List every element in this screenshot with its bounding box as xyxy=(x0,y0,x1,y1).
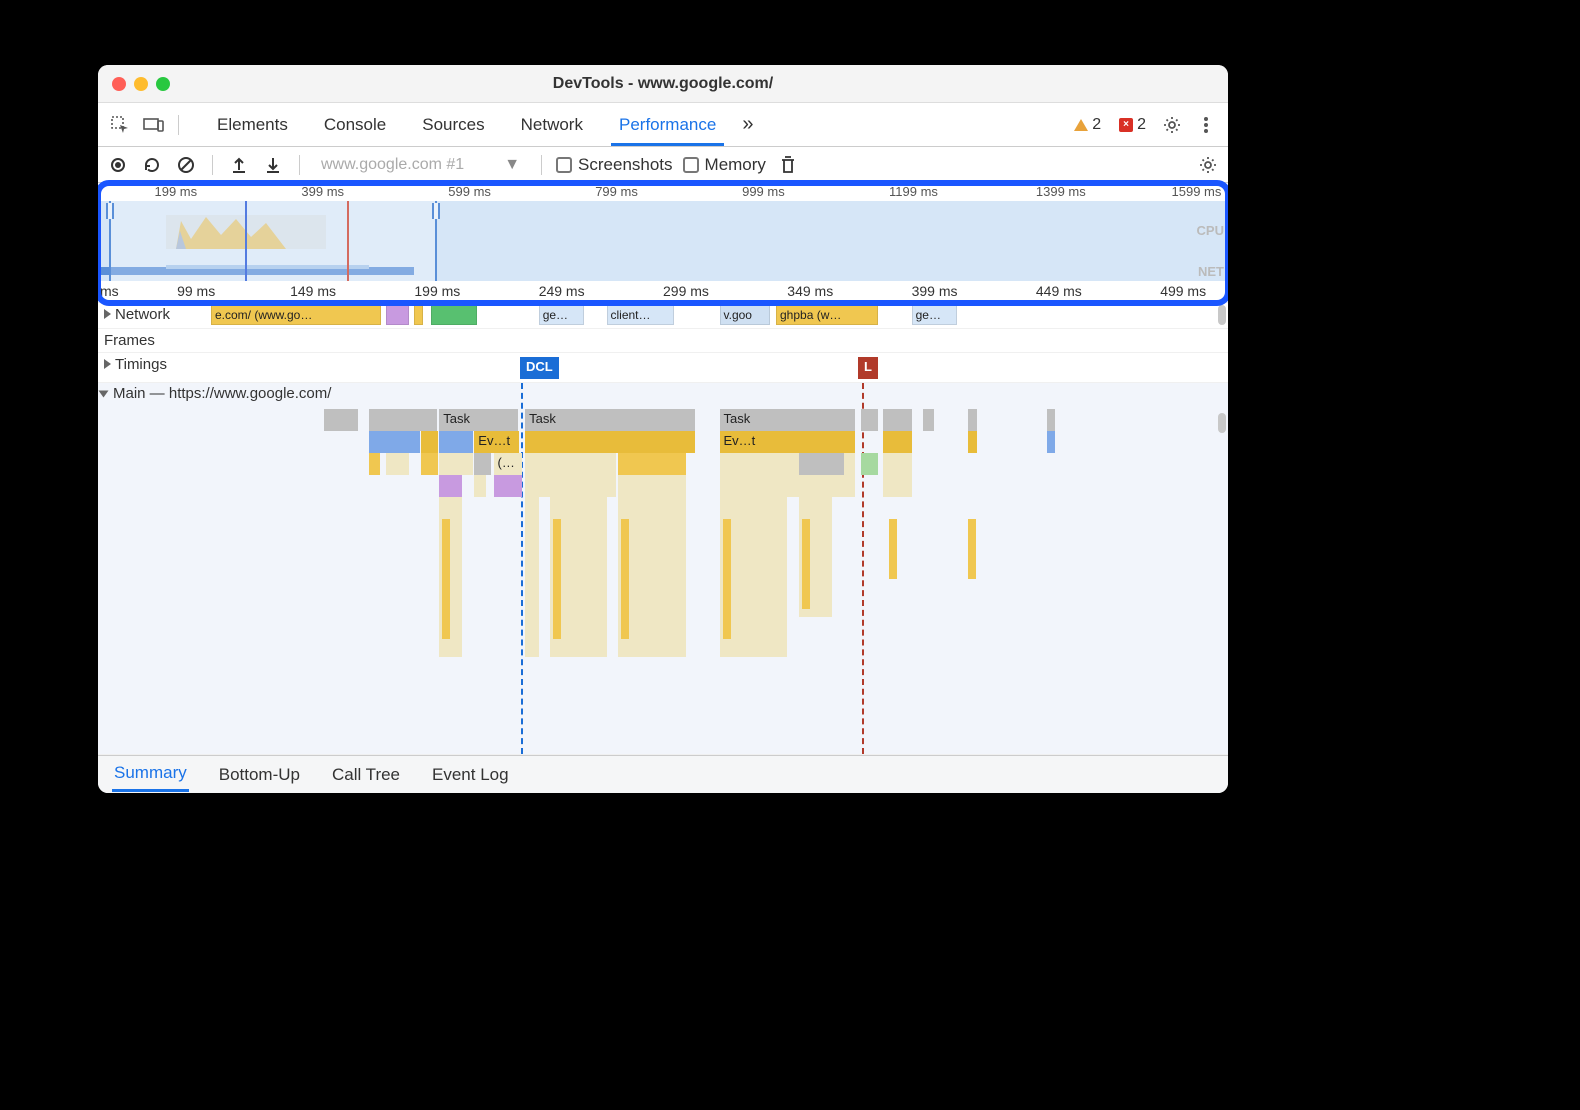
detail-pane: Network e.com/ (www.go… ge… client… v.go… xyxy=(98,303,1228,755)
memory-checkbox[interactable]: Memory xyxy=(683,155,766,175)
frames-track-header[interactable]: Frames xyxy=(98,329,161,351)
tab-bottom-up[interactable]: Bottom-Up xyxy=(217,759,302,791)
selection-handle-left[interactable] xyxy=(106,203,114,219)
network-track[interactable]: Network e.com/ (www.go… ge… client… v.go… xyxy=(98,303,1228,329)
gc-icon[interactable] xyxy=(776,153,800,177)
net-label: NET xyxy=(1198,264,1224,279)
traffic-lights xyxy=(98,77,170,91)
network-bar[interactable] xyxy=(431,305,476,325)
chevron-right-icon xyxy=(104,359,111,369)
checkbox-icon xyxy=(556,157,572,173)
overview-highlight-wrap: 199 ms 399 ms 599 ms 799 ms 999 ms 1199 … xyxy=(98,183,1228,303)
timings-track-header[interactable]: Timings xyxy=(98,353,173,375)
chevron-down-icon xyxy=(99,390,109,397)
recording-dropdown[interactable]: www.google.com #1 ▼ xyxy=(314,153,527,177)
perf-toolbar: www.google.com #1 ▼ Screenshots Memory xyxy=(98,147,1228,183)
scroll-nub[interactable] xyxy=(1218,305,1226,325)
inspect-element-icon[interactable] xyxy=(106,111,134,139)
tab-network[interactable]: Network xyxy=(503,103,601,146)
overview-selection[interactable] xyxy=(109,201,437,281)
tab-event-log[interactable]: Event Log xyxy=(430,759,511,791)
errors-badge[interactable]: × 2 xyxy=(1119,116,1146,134)
overview-timeline[interactable]: 199 ms 399 ms 599 ms 799 ms 999 ms 1199 … xyxy=(98,183,1228,281)
kebab-menu-icon[interactable] xyxy=(1192,111,1220,139)
settings-icon[interactable] xyxy=(1158,111,1186,139)
network-bar[interactable] xyxy=(386,305,409,325)
tab-elements[interactable]: Elements xyxy=(199,103,306,146)
network-bar[interactable]: ge… xyxy=(912,305,957,325)
screenshots-checkbox[interactable]: Screenshots xyxy=(556,155,673,175)
scroll-nub[interactable] xyxy=(1218,413,1226,433)
more-tabs-icon[interactable]: » xyxy=(734,103,761,146)
tab-summary[interactable]: Summary xyxy=(112,757,189,792)
checkbox-icon xyxy=(683,157,699,173)
main-track-header[interactable]: Main — https://www.google.com/ xyxy=(100,385,331,402)
bottom-tabs: Summary Bottom-Up Call Tree Event Log xyxy=(98,755,1228,793)
tab-performance[interactable]: Performance xyxy=(601,103,734,146)
chevron-right-icon xyxy=(104,309,111,319)
tab-console[interactable]: Console xyxy=(306,103,404,146)
zoom-window-icon[interactable] xyxy=(156,77,170,91)
load-badge[interactable]: L xyxy=(858,357,878,379)
tab-sources[interactable]: Sources xyxy=(404,103,502,146)
network-bar[interactable]: v.goo xyxy=(720,305,771,325)
frames-track[interactable]: Frames xyxy=(98,329,1228,353)
dcl-badge[interactable]: DCL xyxy=(520,357,559,379)
devtools-window: DevTools - www.google.com/ Elements Cons… xyxy=(98,65,1228,793)
minimize-window-icon[interactable] xyxy=(134,77,148,91)
network-bar[interactable]: ghpba (w… xyxy=(776,305,878,325)
download-icon[interactable] xyxy=(261,153,285,177)
main-track[interactable]: Main — https://www.google.com/ Task Task… xyxy=(98,383,1228,755)
warning-icon xyxy=(1074,119,1088,131)
overview-body: CPU NET xyxy=(98,201,1228,281)
network-track-header[interactable]: Network xyxy=(98,303,176,325)
error-icon: × xyxy=(1119,118,1133,132)
warnings-badge[interactable]: 2 xyxy=(1074,116,1101,134)
timings-track[interactable]: Timings DCL L xyxy=(98,353,1228,383)
upload-icon[interactable] xyxy=(227,153,251,177)
detail-ruler: ms 99 ms 149 ms 199 ms 249 ms 299 ms 349… xyxy=(98,281,1228,303)
record-icon[interactable] xyxy=(106,153,130,177)
cpu-label: CPU xyxy=(1197,223,1224,238)
reload-record-icon[interactable] xyxy=(140,153,164,177)
network-bar[interactable]: client… xyxy=(607,305,675,325)
selection-handle-right[interactable] xyxy=(432,203,440,219)
perf-settings-icon[interactable] xyxy=(1196,153,1220,177)
tab-call-tree[interactable]: Call Tree xyxy=(330,759,402,791)
network-bar[interactable]: ge… xyxy=(539,305,584,325)
window-title: DevTools - www.google.com/ xyxy=(98,75,1228,93)
devtools-tabbar: Elements Console Sources Network Perform… xyxy=(98,103,1228,147)
titlebar: DevTools - www.google.com/ xyxy=(98,65,1228,103)
flame-chart[interactable]: Task Task Task Ev…t Ev…t xyxy=(98,409,1228,754)
close-window-icon[interactable] xyxy=(112,77,126,91)
network-bar[interactable] xyxy=(414,305,423,325)
clear-icon[interactable] xyxy=(174,153,198,177)
device-toolbar-icon[interactable] xyxy=(140,111,168,139)
panel-tabs: Elements Console Sources Network Perform… xyxy=(199,103,761,146)
network-bar[interactable]: e.com/ (www.go… xyxy=(211,305,381,325)
overview-ruler: 199 ms 399 ms 599 ms 799 ms 999 ms 1199 … xyxy=(98,183,1228,201)
